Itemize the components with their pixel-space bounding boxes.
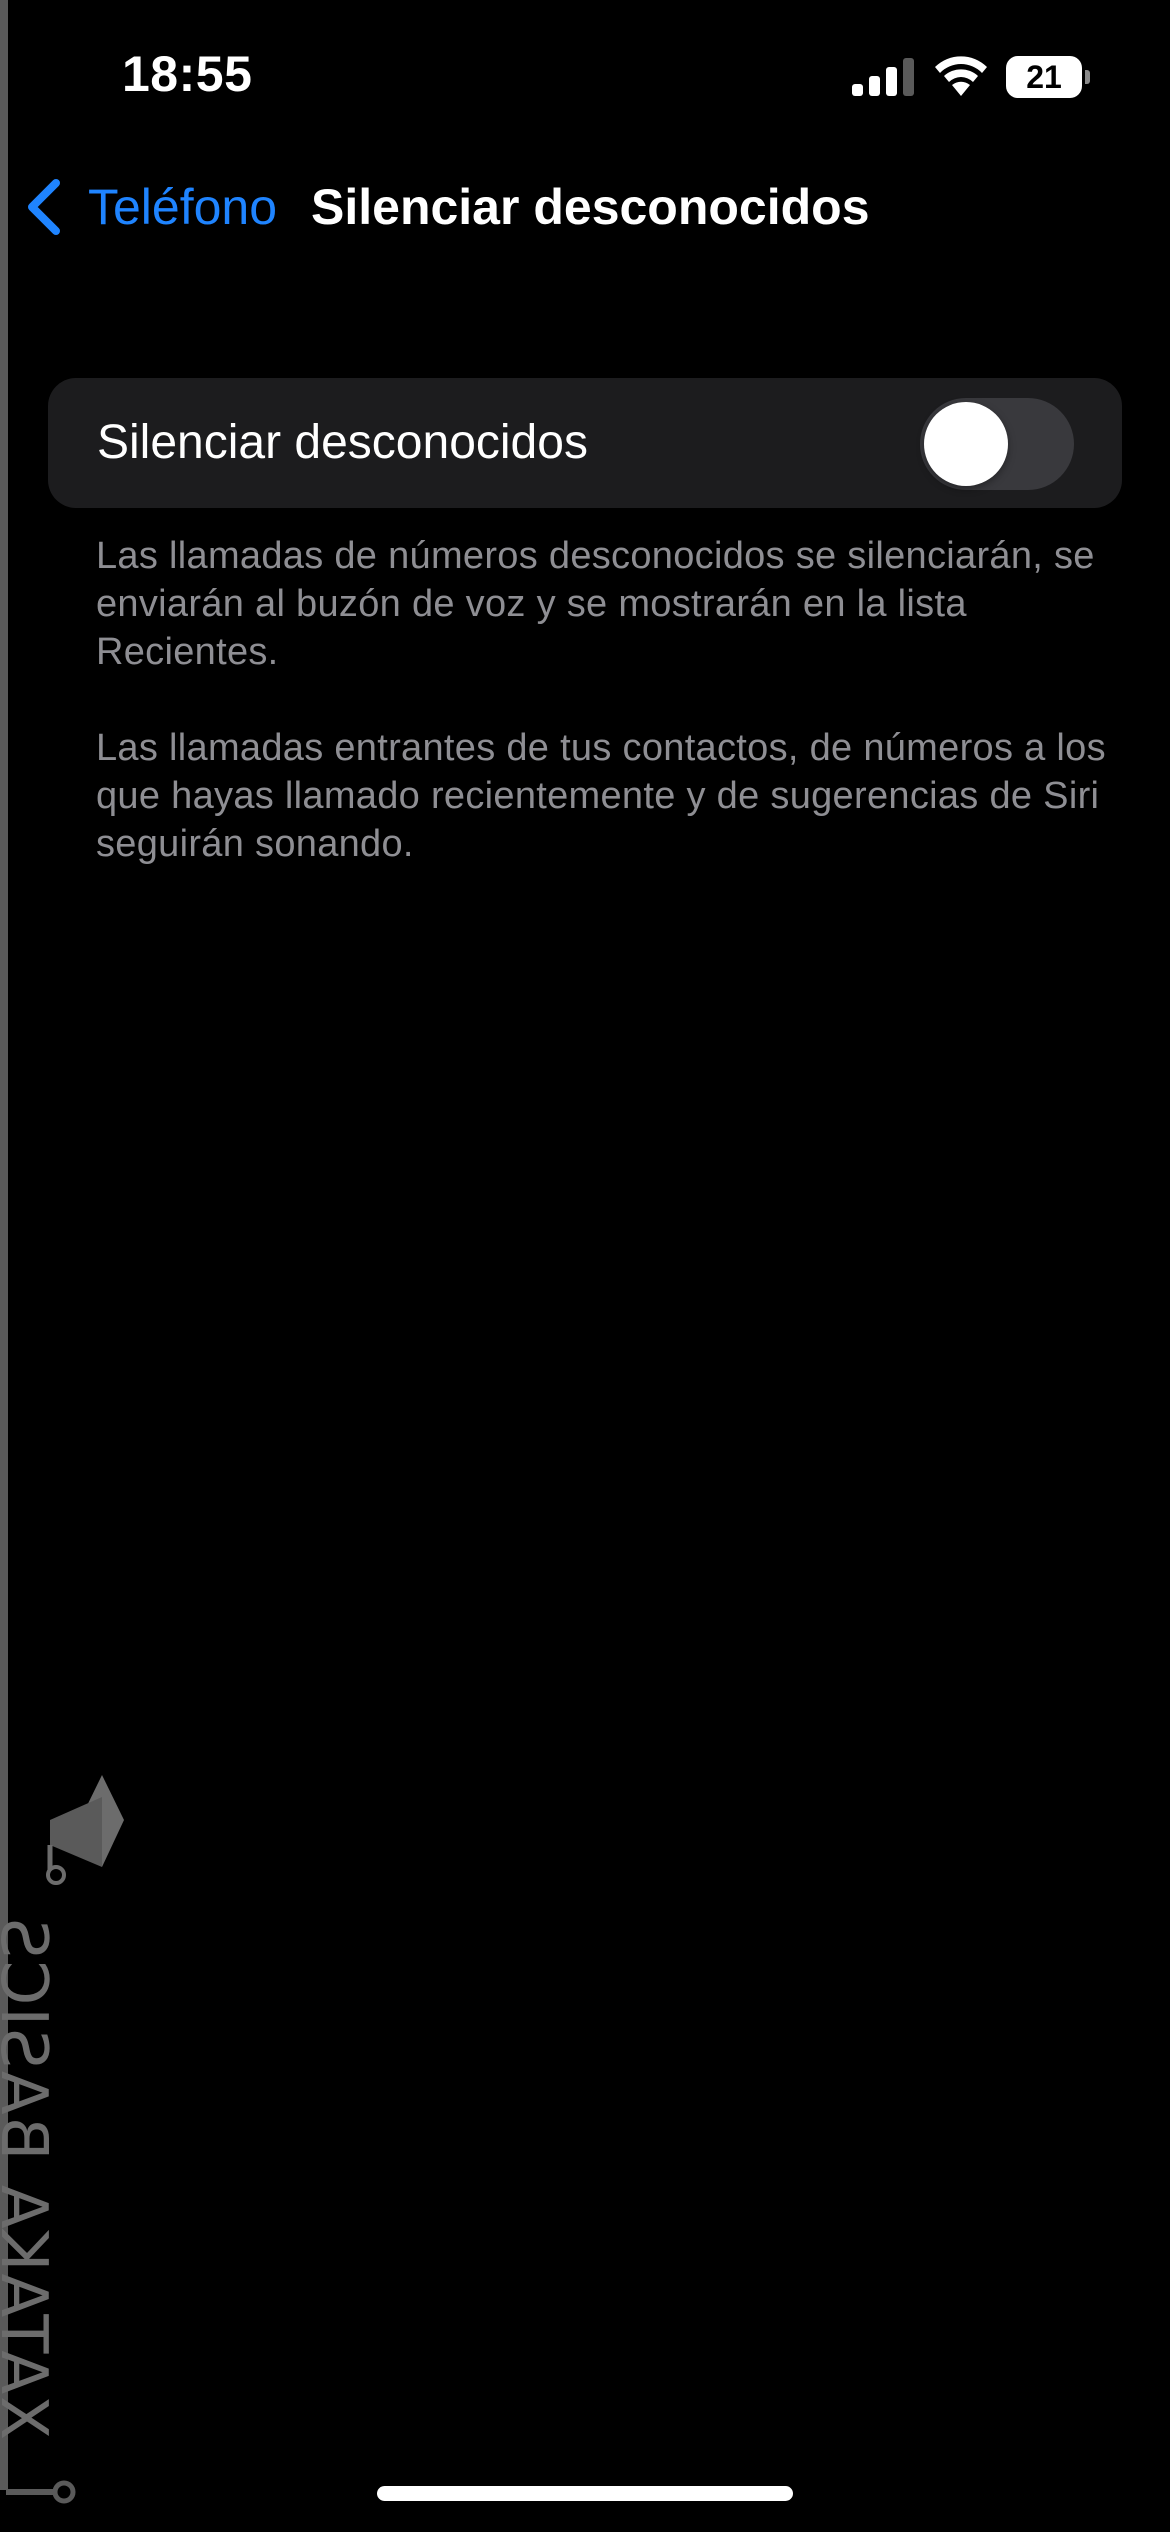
back-button-label: Teléfono [88,179,278,235]
footer-description: Las llamadas entrantes de tus contactos,… [96,727,1106,865]
footer-description: Las llamadas de números desconocidos se … [96,535,1095,673]
back-button[interactable]: Teléfono [24,176,277,238]
signal-icon [852,58,914,96]
silence-unknown-label: Silenciar desconocidos [97,416,588,469]
home-indicator[interactable] [377,2486,793,2501]
watermark-text: XATAKA BASICS [0,1915,60,2440]
chevron-left-icon [28,179,60,235]
wifi-icon [935,56,987,96]
battery-level: 21 [1006,56,1082,98]
toggle-knob [924,402,1008,486]
xataka-logo-icon [46,1775,124,1885]
settings-group: Silenciar desconocidos [48,378,1122,508]
watermark-rail-knob-icon [6,2480,76,2504]
silence-unknown-toggle[interactable] [920,398,1074,490]
status-time: 18:55 [122,46,253,102]
battery-icon: 21 [1006,56,1090,98]
page-title: Silenciar desconocidos [311,179,870,235]
battery-cap [1085,70,1090,84]
